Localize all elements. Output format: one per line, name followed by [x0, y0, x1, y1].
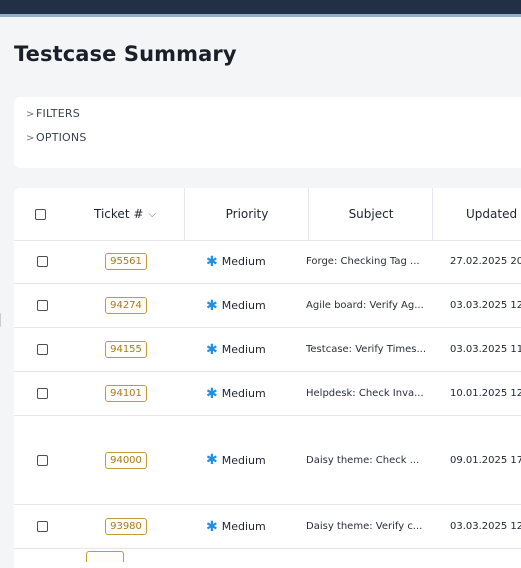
- row-checkbox[interactable]: [36, 388, 48, 399]
- row-select-cell: [14, 416, 70, 504]
- row-select-cell: [14, 372, 70, 415]
- updated-cell: 10.01.2025 12:: [450, 388, 521, 399]
- asterisk-icon: ✱: [206, 452, 218, 468]
- priority-cell: ✱ Medium: [206, 328, 306, 371]
- filters-label: FILTERS: [36, 107, 80, 120]
- table-body: 95561 ✱ Medium Forge: Checking Tag ... 27…: [14, 240, 521, 549]
- column-header-ticket[interactable]: Ticket # ⌵: [66, 188, 184, 240]
- updated-cell: 27.02.2025 20: [450, 256, 521, 267]
- priority-cell: ✱ Medium: [206, 240, 306, 283]
- column-header-updated[interactable]: Updated: [432, 188, 521, 240]
- column-updated-label: Updated: [466, 207, 518, 221]
- options-label: OPTIONS: [36, 131, 87, 144]
- column-ticket-label: Ticket #: [94, 207, 144, 221]
- header-select-cell: [14, 188, 66, 240]
- collapse-handle[interactable]: [0, 313, 4, 327]
- chevron-down-icon[interactable]: ⌵: [148, 209, 156, 220]
- asterisk-icon: ✱: [206, 253, 218, 270]
- row-checkbox[interactable]: [36, 521, 48, 532]
- priority-label: Medium: [221, 299, 266, 312]
- ticket-number-link[interactable]: 94000: [105, 451, 147, 469]
- chevron-right-icon: >: [26, 109, 35, 120]
- top-navigation-bar: [0, 0, 521, 17]
- table-row[interactable]: 94274 ✱ Medium Agile board: Verify Ag... …: [14, 284, 521, 328]
- subject-cell[interactable]: Agile board: Verify Ag...: [306, 284, 428, 327]
- page-title: Testcase Summary: [14, 42, 237, 66]
- table-row[interactable]: 94101 ✱ Medium Helpdesk: Check Inva... 10…: [14, 372, 521, 416]
- asterisk-icon: ✱: [206, 297, 218, 314]
- priority-label: Medium: [221, 453, 266, 467]
- ticket-number-link[interactable]: 94101: [105, 385, 147, 402]
- subject-cell[interactable]: Testcase: Verify Times...: [306, 328, 428, 371]
- row-checkbox[interactable]: [36, 454, 48, 466]
- ticket-cell: 94101: [70, 372, 182, 415]
- row-checkbox[interactable]: [36, 300, 48, 311]
- subject-cell[interactable]: Daisy theme: Check ...: [306, 416, 428, 504]
- column-priority-label: Priority: [225, 207, 269, 221]
- ticket-number-link[interactable]: 95561: [105, 253, 147, 270]
- subject-cell[interactable]: Helpdesk: Check Inva...: [306, 372, 428, 415]
- row-checkbox[interactable]: [36, 344, 48, 355]
- table-header: Ticket # ⌵ Priority Subject Updated: [14, 188, 521, 241]
- priority-label: Medium: [221, 520, 266, 533]
- ticket-number-link[interactable]: 94274: [105, 297, 147, 314]
- priority-cell: ✱ Medium: [206, 416, 306, 504]
- subject-cell[interactable]: Daisy theme: Verify c...: [306, 505, 428, 548]
- priority-label: Medium: [221, 387, 266, 400]
- updated-cell: 03.03.2025 12: [450, 521, 521, 532]
- ticket-number-link[interactable]: 94155: [105, 341, 147, 358]
- ticket-cell: 95561: [70, 240, 182, 283]
- column-subject-label: Subject: [348, 207, 394, 221]
- updated-cell: 09.01.2025 17:: [450, 454, 521, 466]
- row-select-cell: [14, 505, 70, 548]
- ticket-cell: 94155: [70, 328, 182, 371]
- ticket-number-link[interactable]: [86, 551, 124, 562]
- updated-cell: 03.03.2025 11:: [450, 344, 521, 355]
- filter-panel: >FILTERS >OPTIONS: [14, 97, 521, 168]
- ticket-cell: 93980: [70, 505, 182, 548]
- priority-label: Medium: [221, 255, 266, 268]
- column-header-priority[interactable]: Priority: [184, 188, 309, 240]
- ticket-number-link[interactable]: 93980: [105, 518, 147, 535]
- priority-label: Medium: [221, 343, 266, 356]
- ticket-cell: 94274: [70, 284, 182, 327]
- row-checkbox[interactable]: [36, 256, 48, 267]
- table-row[interactable]: 95561 ✱ Medium Forge: Checking Tag ... 27…: [14, 240, 521, 284]
- row-select-cell: [14, 284, 70, 327]
- ticket-table: Ticket # ⌵ Priority Subject Updated 95561…: [14, 188, 521, 568]
- column-header-subject[interactable]: Subject: [308, 188, 433, 240]
- options-toggle[interactable]: >OPTIONS: [26, 131, 87, 144]
- priority-cell: ✱ Medium: [206, 372, 306, 415]
- asterisk-icon: ✱: [206, 385, 218, 402]
- priority-cell: ✱ Medium: [206, 505, 306, 548]
- subject-cell[interactable]: Forge: Checking Tag ...: [306, 240, 428, 283]
- asterisk-icon: ✱: [206, 341, 218, 358]
- row-select-cell: [14, 328, 70, 371]
- priority-cell: ✱ Medium: [206, 284, 306, 327]
- asterisk-icon: ✱: [206, 518, 218, 535]
- ticket-cell: 94000: [70, 416, 182, 504]
- chevron-right-icon: >: [26, 133, 35, 144]
- row-select-cell: [14, 240, 70, 283]
- filters-toggle[interactable]: >FILTERS: [26, 107, 80, 120]
- updated-cell: 03.03.2025 12: [450, 300, 521, 311]
- table-row[interactable]: 94155 ✱ Medium Testcase: Verify Times... …: [14, 328, 521, 372]
- table-row[interactable]: 94000 ✱ Medium Daisy theme: Check ... 09.…: [14, 416, 521, 505]
- select-all-checkbox[interactable]: [34, 208, 46, 220]
- table-row[interactable]: 93980 ✱ Medium Daisy theme: Verify c... 0…: [14, 505, 521, 549]
